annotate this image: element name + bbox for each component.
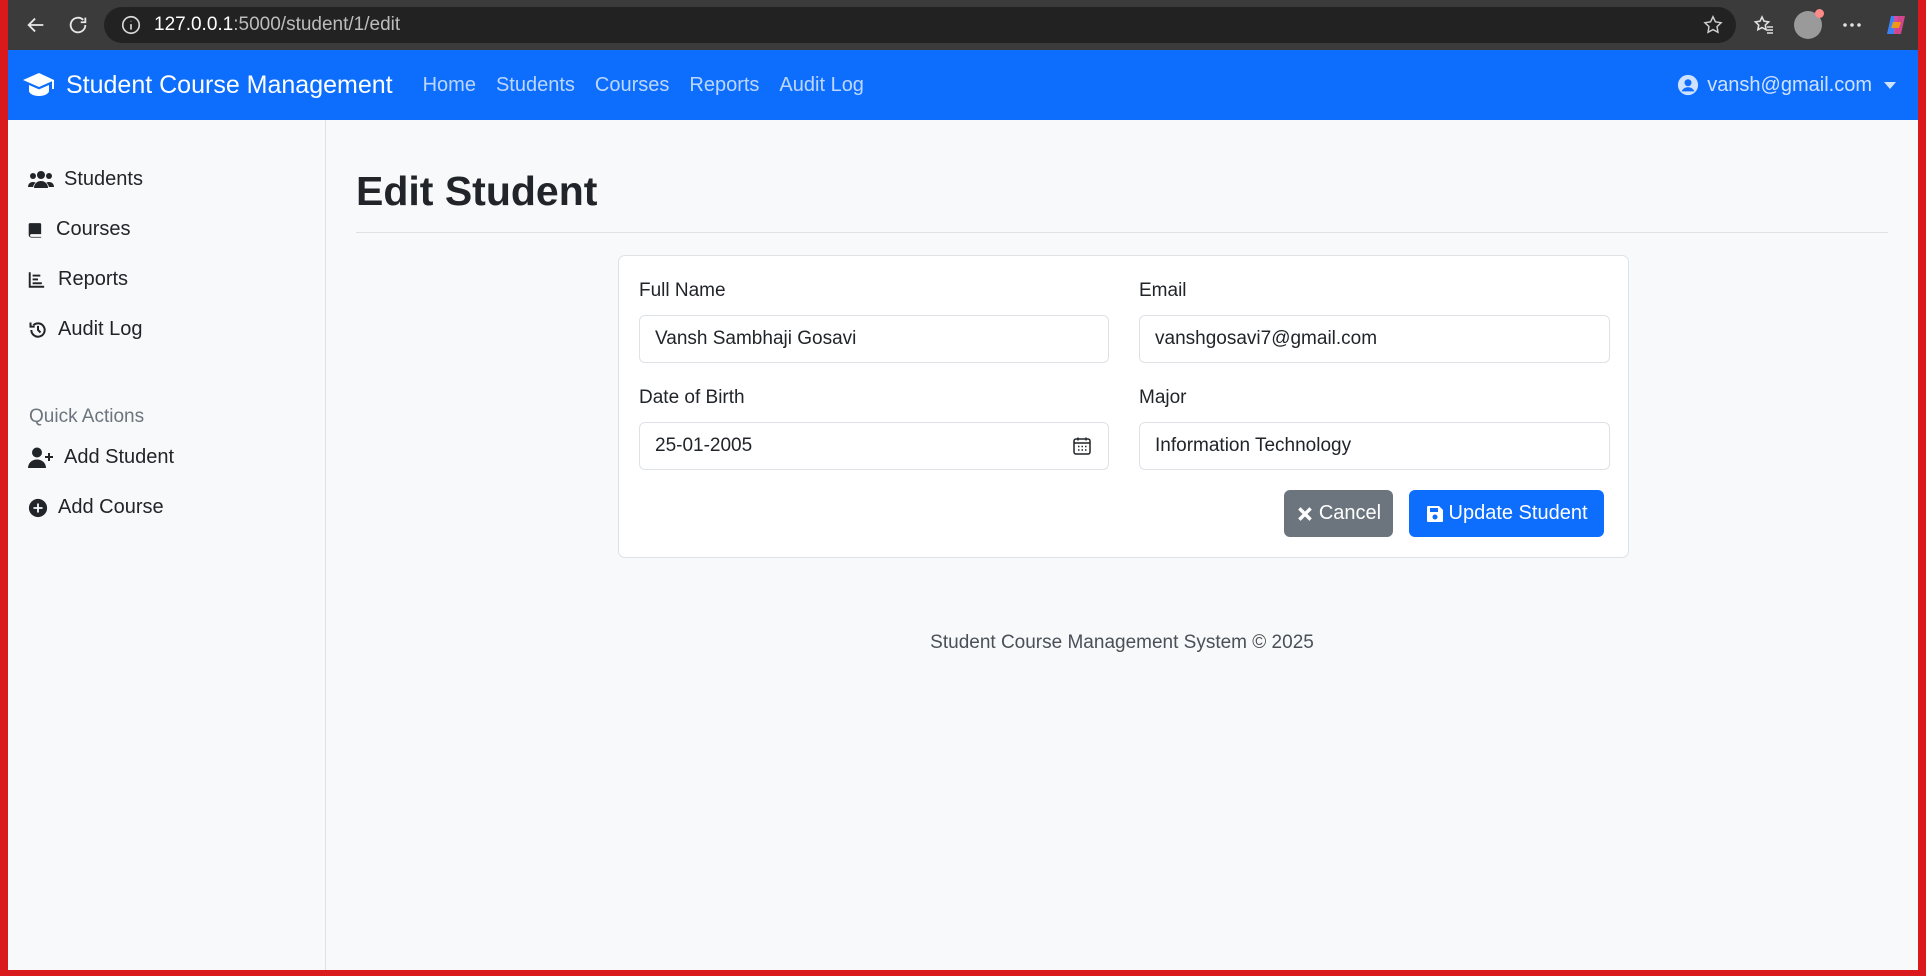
user-email: vansh@gmail.com	[1707, 73, 1872, 96]
sidebar-item-label: Audit Log	[58, 318, 143, 340]
title-divider	[356, 232, 1888, 233]
graduation-cap-icon	[23, 73, 54, 96]
dob-value: 25-01-2005	[655, 435, 753, 456]
brand-title: Student Course Management	[66, 70, 393, 99]
sidebar: Students Courses Reports Audit Log Quick…	[8, 120, 326, 970]
nav-link-audit-log[interactable]: Audit Log	[779, 74, 864, 97]
cancel-label: Cancel	[1318, 502, 1382, 524]
nav-link-courses[interactable]: Courses	[595, 74, 669, 97]
url-host: 127.0.0.1	[154, 14, 234, 35]
chart-icon	[28, 271, 45, 288]
sidebar-item-label: Courses	[56, 218, 131, 240]
app-navbar: Student Course Management Home Students …	[8, 50, 1918, 120]
user-plus-icon	[28, 447, 53, 468]
back-icon[interactable]	[18, 7, 54, 43]
nav-links: Home Students Courses Reports Audit Log	[423, 74, 884, 97]
refresh-icon[interactable]	[60, 7, 96, 43]
more-icon[interactable]	[1830, 3, 1874, 47]
sidebar-item-label: Add Student	[64, 446, 175, 468]
dob-label: Date of Birth	[639, 387, 745, 408]
url-path: :5000/student/1/edit	[233, 14, 401, 35]
quick-actions-heading: Quick Actions	[29, 406, 145, 427]
sidebar-item-label: Add Course	[58, 496, 164, 518]
sidebar-item-add-course[interactable]: Add Course	[28, 496, 164, 519]
major-field[interactable]: Information Technology	[1139, 422, 1610, 470]
address-bar[interactable]: 127.0.0.1:5000/student/1/edit	[104, 7, 1736, 43]
copilot-icon[interactable]	[1874, 3, 1918, 47]
email-label: Email	[1139, 280, 1187, 301]
close-icon	[1298, 506, 1312, 521]
users-icon	[28, 170, 54, 188]
footer-text: Student Course Management System © 2025	[930, 632, 1314, 653]
browser-toolbar: 127.0.0.1:5000/student/1/edit	[8, 0, 1918, 50]
sidebar-item-students[interactable]: Students	[28, 168, 143, 191]
user-menu[interactable]: vansh@gmail.com	[1677, 50, 1896, 120]
chevron-down-icon	[1884, 81, 1896, 89]
sidebar-item-label: Reports	[58, 268, 129, 290]
major-label: Major	[1139, 387, 1187, 408]
sidebar-item-label: Students	[64, 168, 143, 190]
sidebar-item-courses[interactable]: Courses	[28, 218, 130, 241]
nav-link-students[interactable]: Students	[496, 74, 575, 97]
main-content: Edit Student Full Name Vansh Sambhaji Go…	[326, 120, 1918, 970]
star-icon[interactable]	[1702, 14, 1724, 36]
sidebar-item-reports[interactable]: Reports	[28, 268, 128, 291]
user-circle-icon	[1678, 74, 1699, 96]
update-label: Update Student	[1448, 502, 1588, 524]
profile-avatar[interactable]	[1786, 3, 1830, 47]
info-icon[interactable]	[120, 14, 142, 36]
nav-link-home[interactable]: Home	[423, 74, 476, 97]
browser-window: 127.0.0.1:5000/student/1/edit Student Co…	[8, 0, 1918, 970]
calendar-icon[interactable]	[1072, 436, 1092, 456]
plus-circle-icon	[28, 498, 48, 517]
book-icon	[28, 222, 42, 238]
update-student-button[interactable]: Update Student	[1409, 490, 1604, 537]
full-name-label: Full Name	[639, 280, 726, 301]
cancel-button[interactable]: Cancel	[1284, 490, 1393, 537]
favorites-icon[interactable]	[1742, 3, 1786, 47]
dob-field[interactable]: 25-01-2005	[639, 422, 1109, 470]
sidebar-item-add-student[interactable]: Add Student	[28, 446, 174, 469]
browser-actions	[1742, 0, 1918, 50]
brand[interactable]: Student Course Management	[22, 71, 393, 100]
edit-student-form: Full Name Vansh Sambhaji Gosavi Email va…	[618, 255, 1629, 558]
email-field[interactable]: vanshgosavi7@gmail.com	[1139, 315, 1610, 363]
page-title: Edit Student	[356, 168, 598, 214]
nav-link-reports[interactable]: Reports	[689, 74, 759, 97]
history-icon	[29, 321, 46, 338]
save-icon	[1426, 505, 1443, 522]
full-name-field[interactable]: Vansh Sambhaji Gosavi	[639, 315, 1109, 363]
sidebar-item-audit-log[interactable]: Audit Log	[28, 318, 143, 341]
